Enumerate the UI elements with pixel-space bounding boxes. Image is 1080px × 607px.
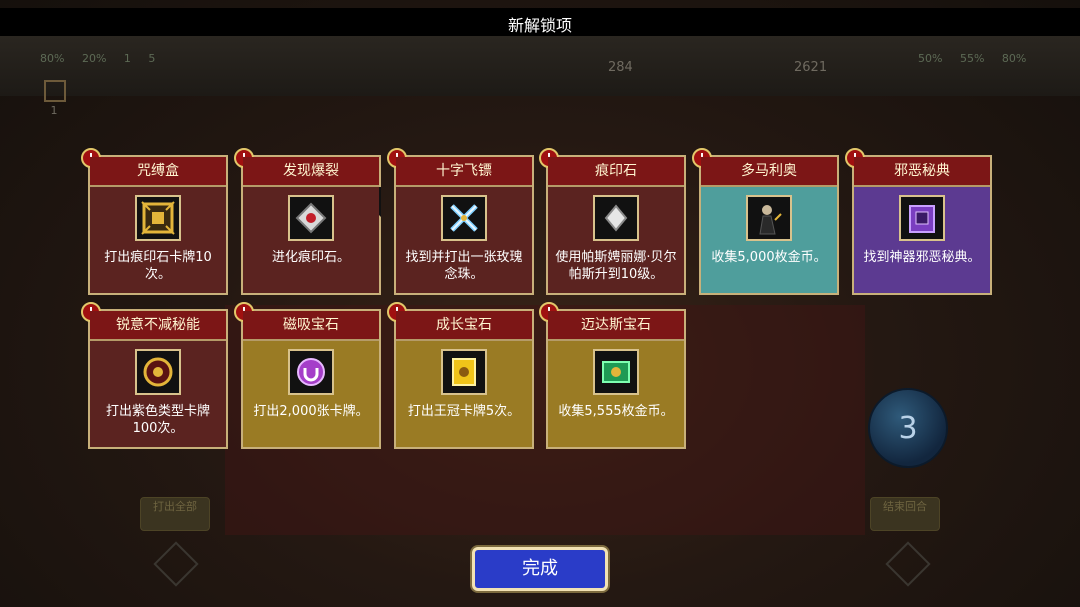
card-body: 打出2,000张卡牌。 bbox=[243, 341, 379, 447]
card-title: 痕印石 bbox=[548, 157, 684, 187]
top-hud-strip bbox=[0, 36, 1080, 96]
unlock-card: ! 咒缚盒 打出痕印石卡牌10次。 bbox=[81, 148, 228, 295]
card-title: 磁吸宝石 bbox=[243, 311, 379, 341]
card-description: 使用帕斯娉丽娜·贝尔帕斯升到10级。 bbox=[555, 250, 677, 282]
hud-stat: 5 bbox=[148, 52, 156, 65]
page-title: 新解锁项 bbox=[507, 16, 572, 35]
end-turn-button: 结束回合 bbox=[870, 497, 940, 531]
character-icon bbox=[746, 195, 792, 241]
card-description: 找到并打出一张玫瑰念珠。 bbox=[405, 250, 523, 282]
card-description: 打出王冠卡牌5次。 bbox=[407, 404, 521, 419]
energy-orb: 3 bbox=[868, 388, 948, 468]
play-all-button: 打出全部 bbox=[140, 497, 210, 531]
title-bar: 新解锁项 bbox=[0, 8, 1080, 36]
unlock-card: ! 十字飞镖 找到并打出一张玫瑰念珠。 bbox=[387, 148, 534, 295]
card-description: 收集5,000枚金币。 bbox=[711, 250, 827, 265]
card-body: 找到并打出一张玫瑰念珠。 bbox=[396, 187, 532, 293]
card-body: 打出王冠卡牌5次。 bbox=[396, 341, 532, 447]
magnet-gem-icon bbox=[288, 349, 334, 395]
hud-number-b: 2621 bbox=[794, 60, 828, 75]
unlock-card: ! 邪恶秘典 找到神器邪恶秘典。 bbox=[845, 148, 992, 295]
card-body: 收集5,555枚金币。 bbox=[548, 341, 684, 447]
card-title: 多马利奥 bbox=[701, 157, 837, 187]
badge-icon bbox=[135, 349, 181, 395]
hud-stats-left: 80% 20% 1 5 bbox=[40, 52, 169, 65]
card-description: 打出紫色类型卡牌100次。 bbox=[105, 404, 210, 436]
deck-counter: 1 bbox=[44, 80, 66, 117]
card-body: 找到神器邪恶秘典。 bbox=[854, 187, 990, 293]
midas-gem-icon bbox=[593, 349, 639, 395]
unlock-card: ! 发现爆裂 500 进化痕印石。 bbox=[234, 148, 381, 295]
hud-stat: 20% bbox=[81, 52, 107, 65]
card-title: 锐意不减秘能 bbox=[90, 311, 226, 341]
tome-icon bbox=[899, 195, 945, 241]
deck-count: 1 bbox=[50, 104, 58, 117]
unlock-card: ! 迈达斯宝石 收集5,555枚金币。 bbox=[539, 302, 686, 449]
hud-stat: 80% bbox=[1001, 52, 1027, 65]
unlock-card: ! 成长宝石 打出王冠卡牌5次。 bbox=[387, 302, 534, 449]
hud-stat: 80% bbox=[40, 52, 65, 65]
card-title: 邪恶秘典 bbox=[854, 157, 990, 187]
hud-stats-right: 50% 55% 80% bbox=[918, 52, 1040, 65]
hud-stat: 55% bbox=[959, 52, 985, 65]
done-button[interactable]: 完成 bbox=[472, 547, 608, 591]
cross-blade-icon bbox=[441, 195, 487, 241]
card-body: 打出紫色类型卡牌100次。 bbox=[90, 341, 226, 447]
card-body: 打出痕印石卡牌10次。 bbox=[90, 187, 226, 293]
burst-crystal-icon bbox=[288, 195, 334, 241]
card-description: 进化痕印石。 bbox=[271, 250, 350, 265]
unlock-card: ! 锐意不减秘能 打出紫色类型卡牌100次。 bbox=[81, 302, 228, 449]
card-description: 打出2,000张卡牌。 bbox=[253, 404, 369, 419]
card-title: 迈达斯宝石 bbox=[548, 311, 684, 341]
card-title: 十字飞镖 bbox=[396, 157, 532, 187]
card-body: 收集5,000枚金币。 bbox=[701, 187, 837, 293]
card-title: 发现爆裂 bbox=[243, 157, 379, 187]
unlock-card: ! 多马利奥 收集5,000枚金币。 bbox=[692, 148, 839, 295]
deck-icon bbox=[44, 80, 66, 102]
cursed-box-icon bbox=[135, 195, 181, 241]
unlock-card: ! 磁吸宝石 打出2,000张卡牌。 bbox=[234, 302, 381, 449]
stone-icon bbox=[593, 195, 639, 241]
card-description: 打出痕印石卡牌10次。 bbox=[104, 250, 212, 282]
hud-stat: 50% bbox=[918, 52, 943, 65]
card-title: 成长宝石 bbox=[396, 311, 532, 341]
hud-number-a: 284 bbox=[608, 60, 633, 75]
unlock-card: ! 痕印石 使用帕斯娉丽娜·贝尔帕斯升到10级。 bbox=[539, 148, 686, 295]
card-description: 收集5,555枚金币。 bbox=[558, 404, 674, 419]
growth-gem-icon bbox=[441, 349, 487, 395]
hud-stat: 1 bbox=[123, 52, 131, 65]
card-description: 找到神器邪恶秘典。 bbox=[863, 250, 981, 265]
card-body: 进化痕印石。 bbox=[243, 187, 379, 293]
card-title: 咒缚盒 bbox=[90, 157, 226, 187]
card-body: 使用帕斯娉丽娜·贝尔帕斯升到10级。 bbox=[548, 187, 684, 293]
